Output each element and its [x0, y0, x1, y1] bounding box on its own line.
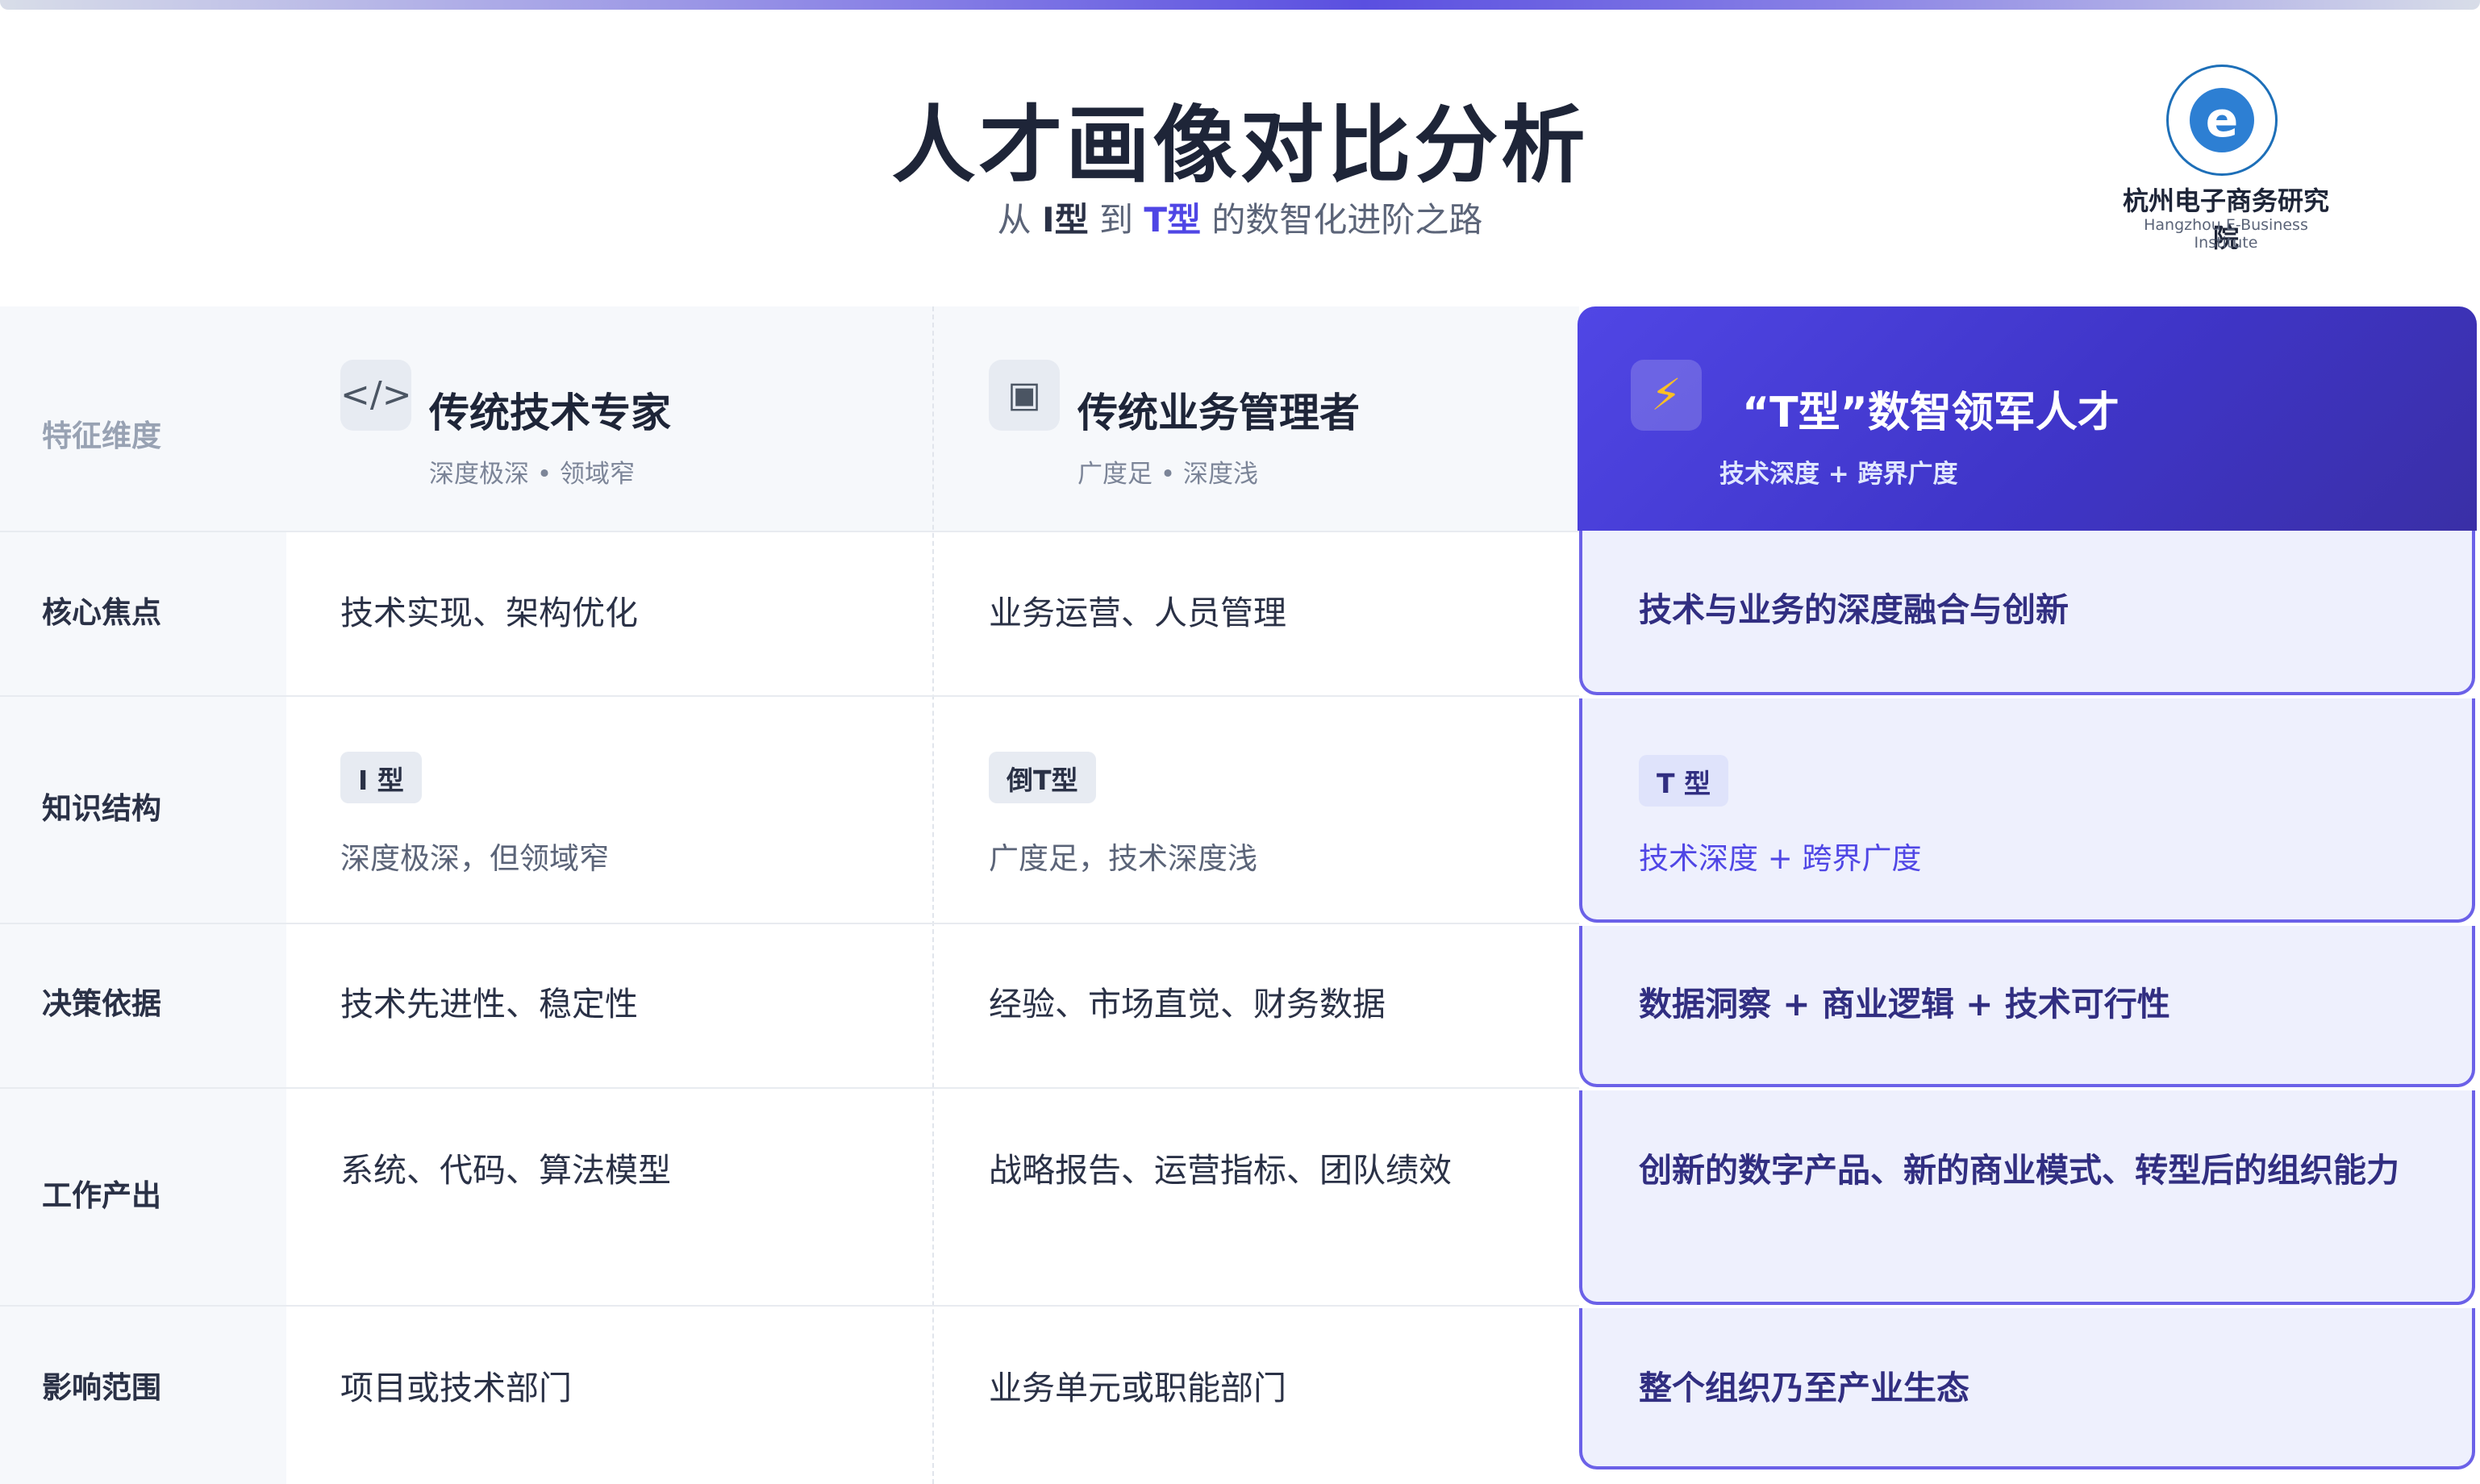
- table-cell: 战略报告、运营指标、团队绩效: [989, 1151, 1452, 1190]
- highlight-cell: 创新的数字产品、新的商业模式、转型后的组织能力: [1579, 1090, 2475, 1305]
- logo-emblem-icon: e: [2166, 65, 2278, 176]
- row-label: 决策依据: [42, 986, 161, 1021]
- row-divider: [0, 1087, 1579, 1089]
- row-label: 工作产出: [42, 1178, 161, 1213]
- column-header-business-manager: ▣ 传统业务管理者 广度足 • 深度浅: [0, 306, 1579, 531]
- table-cell: 业务单元或职能部门: [989, 1369, 1286, 1407]
- structure-badge: I 型: [340, 752, 422, 803]
- institute-logo: e 杭州电子商务研究院 Hangzhou E-Business Institut…: [2113, 63, 2339, 253]
- table-cell: 经验、市场直觉、财务数据: [989, 985, 1386, 1023]
- row-divider: [0, 923, 1579, 924]
- table-cell: 业务运营、人员管理: [989, 594, 1286, 632]
- comparison-table: 特征维度 </> 传统技术专家 深度极深 • 领域窄 ▣ 传统业务管理者 广度足…: [0, 306, 2480, 1484]
- structure-badge: T 型: [1639, 755, 1728, 807]
- highlight-cell-text: 创新的数字产品、新的商业模式、转型后的组织能力: [1639, 1151, 2399, 1190]
- logo-name-en: Hangzhou E-Business Institute: [2144, 216, 2308, 252]
- row-label: 影响范围: [42, 1370, 161, 1405]
- column-subtitle: 广度足 • 深度浅: [1077, 460, 1258, 489]
- highlight-cell-text: 数据洞察 + 商业逻辑 + 技术可行性: [1639, 985, 2170, 1023]
- column-header-t-shaped-leader: ⚡ “T型”数智领军人才 技术深度 + 跨界广度: [1578, 306, 2477, 531]
- row-divider: [0, 695, 1579, 697]
- subtitle-to: T型: [1144, 200, 1202, 240]
- highlight-cell: 整个组织乃至产业生态: [1579, 1308, 2475, 1469]
- subtitle-prefix: 从: [997, 200, 1032, 240]
- subtitle-suffix: 的数智化进阶之路: [1211, 200, 1483, 240]
- briefcase-icon: ▣: [989, 360, 1060, 431]
- highlight-cell-text: 技术与业务的深度融合与创新: [1639, 590, 2069, 629]
- page-title: 人才画像对比分析: [891, 96, 1589, 194]
- highlight-cell: 技术与业务的深度融合与创新: [1579, 531, 2475, 695]
- table-cell: 系统、代码、算法模型: [340, 1151, 671, 1190]
- row-divider: [0, 1305, 1579, 1307]
- table-cell: 项目或技术部门: [340, 1369, 572, 1407]
- highlight-cell-text: 技术深度 + 跨界广度: [1639, 841, 1922, 876]
- row-label: 核心焦点: [42, 595, 161, 630]
- structure-badge: 倒T型: [989, 752, 1096, 803]
- table-cell: 广度足，技术深度浅: [989, 841, 1257, 876]
- column-title: 传统业务管理者: [1077, 390, 1360, 436]
- page-subtitle: 从 I型 到 T型 的数智化进阶之路: [0, 200, 2480, 240]
- logo-mark: e: [2190, 88, 2254, 152]
- row-divider: [0, 531, 1579, 532]
- column-title: “T型”数智领军人才: [1742, 389, 2119, 437]
- table-cell: 技术实现、架构优化: [340, 594, 638, 632]
- table-cell: 技术先进性、稳定性: [340, 985, 638, 1023]
- highlight-cell-text: 整个组织乃至产业生态: [1639, 1369, 1969, 1407]
- subtitle-to-word: 到: [1098, 200, 1133, 240]
- highlight-cell: 数据洞察 + 商业逻辑 + 技术可行性: [1579, 926, 2475, 1087]
- column-subtitle: 技术深度 + 跨界广度: [1719, 460, 1958, 489]
- top-accent-bar: [0, 0, 2480, 10]
- lightning-icon: ⚡: [1631, 360, 1702, 431]
- row-label: 知识结构: [42, 791, 161, 826]
- subtitle-from: I型: [1041, 200, 1089, 240]
- highlight-cell: T 型 技术深度 + 跨界广度: [1579, 698, 2475, 923]
- table-cell: 深度极深，但领域窄: [340, 841, 609, 876]
